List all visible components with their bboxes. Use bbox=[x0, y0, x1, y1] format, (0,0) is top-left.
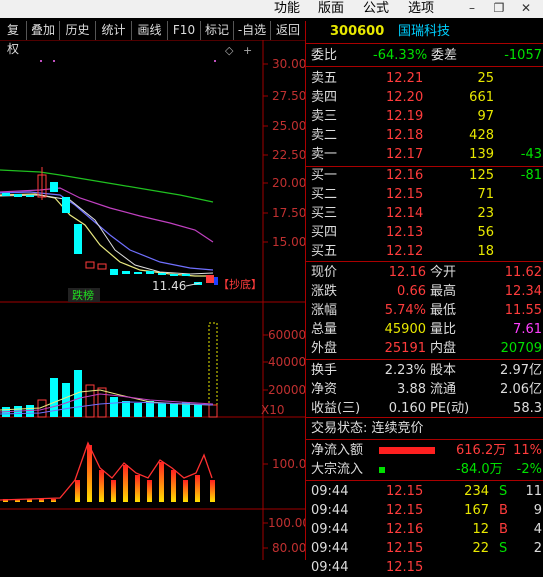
indicator-tick: 100.0 bbox=[272, 457, 305, 471]
tick-row: 09:44 12.15 bbox=[311, 560, 424, 575]
net-inflow-bar bbox=[379, 447, 435, 454]
stat-row: 现价 12.16 今开 11.62 bbox=[311, 265, 542, 280]
price-tick: 22.50 bbox=[272, 148, 305, 162]
stat-row: 涨幅 5.74% 最低 11.55 bbox=[311, 303, 542, 318]
restore-rights-button[interactable]: 复权 bbox=[0, 21, 27, 56]
price-tick: 17.50 bbox=[272, 206, 305, 220]
signal-marker-icon bbox=[214, 277, 218, 285]
last-price-label: 11.46 bbox=[152, 279, 186, 293]
stock-name: 国瑞科技 bbox=[398, 24, 451, 39]
volume-tick: 40000 bbox=[268, 355, 305, 369]
ask-row[interactable]: 卖三 12.19 97 bbox=[306, 107, 543, 126]
menu-function[interactable]: 功能 bbox=[274, 0, 300, 17]
stat-row: 涨跌 0.66 最高 12.34 bbox=[311, 284, 542, 299]
stat2-row: 收益(三) 0.160 PE(动) 58.3 bbox=[311, 401, 542, 416]
stat-row: 外盘 25191 内盘 20709 bbox=[311, 341, 542, 356]
draw-line-button[interactable]: 画线 bbox=[132, 21, 168, 40]
back-button[interactable]: 返回 bbox=[271, 21, 305, 40]
bottom-signal-label: 【抄底】 bbox=[218, 277, 262, 291]
menu-bar: 功能 版面 公式 选项 – ❐ ✕ bbox=[0, 0, 543, 18]
add-watchlist-button[interactable]: -自选 bbox=[234, 21, 271, 40]
plus-icon: + bbox=[243, 44, 252, 57]
bottom-tick: 80.00 bbox=[272, 541, 305, 555]
f10-button[interactable]: F10 bbox=[168, 21, 201, 40]
bid-row[interactable]: 买四 12.13 56 bbox=[306, 223, 543, 242]
price-tick: 15.00 bbox=[272, 235, 305, 249]
ask-row[interactable]: 卖五 12.21 25 bbox=[306, 69, 543, 88]
trade-status: 交易状态: 连续竞价 bbox=[311, 421, 424, 436]
overlay-button[interactable]: 叠加 bbox=[27, 21, 60, 40]
ask-row[interactable]: 卖四 12.20 661 bbox=[306, 88, 543, 107]
volume-tick: 20000 bbox=[268, 383, 305, 397]
diamond-icon: ◇ bbox=[225, 44, 234, 57]
minimize-icon[interactable]: – bbox=[464, 1, 480, 16]
stat2-row: 换手 2.23% 股本 2.97亿 bbox=[311, 363, 542, 378]
quote-panel: 300600 国瑞科技 委比 -64.33% 委差 -1057 卖五 12.21… bbox=[305, 21, 543, 575]
menu-formula[interactable]: 公式 bbox=[363, 0, 389, 17]
menu-layout[interactable]: 版面 bbox=[318, 0, 344, 17]
weibi-row: 委比 -64.33% 委差 -1057 bbox=[311, 48, 542, 63]
stock-header: 300600 国瑞科技 bbox=[306, 21, 543, 43]
menu-options[interactable]: 选项 bbox=[408, 0, 434, 17]
block-inflow-bar bbox=[379, 467, 385, 473]
close-icon[interactable]: ✕ bbox=[518, 1, 534, 16]
bid-row[interactable]: 买二 12.15 71 bbox=[306, 185, 543, 204]
stock-code: 300600 bbox=[330, 24, 385, 39]
ask-row[interactable]: 卖二 12.18 428 bbox=[306, 126, 543, 145]
volume-unit-label: X10 bbox=[261, 403, 285, 417]
tick-row: 09:44 12.15 22 S 2 bbox=[311, 541, 542, 556]
history-button[interactable]: 历史 bbox=[60, 21, 96, 40]
price-tick: 25.00 bbox=[272, 119, 305, 133]
price-tick: 20.00 bbox=[272, 176, 305, 190]
bottom-tick: 100.00 bbox=[268, 516, 305, 530]
stat2-row: 净资 3.88 流通 2.06亿 bbox=[311, 382, 542, 397]
tag-label: 跌榜 bbox=[72, 288, 94, 302]
bid-row[interactable]: 买一 12.16 125 -81 bbox=[306, 166, 543, 185]
statistics-button[interactable]: 统计 bbox=[96, 21, 132, 40]
price-tick: 27.50 bbox=[272, 89, 305, 103]
net-inflow-row: 净流入额 616.2万 11% bbox=[311, 443, 542, 458]
kline-chart[interactable]: 30.00 27.50 25.00 22.50 20.00 17.50 15.0… bbox=[0, 40, 305, 560]
ask-row[interactable]: 卖一 12.17 139 -43 bbox=[306, 145, 543, 164]
bid-row[interactable]: 买三 12.14 23 bbox=[306, 204, 543, 223]
price-tick: 30.00 bbox=[272, 57, 305, 71]
mark-button[interactable]: 标记 bbox=[201, 21, 234, 40]
block-inflow-row: 大宗流入 -84.0万 -2% bbox=[311, 462, 542, 477]
chart-toolbar: 复权 叠加 历史 统计 画线 F10 标记 -自选 返回 bbox=[0, 21, 305, 56]
tick-row: 09:44 12.15 167 B 9 bbox=[311, 503, 542, 518]
tick-row: 09:44 12.15 234 S 11 bbox=[311, 484, 542, 499]
restore-icon[interactable]: ❐ bbox=[491, 1, 507, 16]
tick-row: 09:44 12.16 12 B 4 bbox=[311, 522, 542, 537]
volume-tick: 60000 bbox=[268, 328, 305, 342]
stat-row: 总量 45900 量比 7.61 bbox=[311, 322, 542, 337]
bid-row[interactable]: 买五 12.12 18 bbox=[306, 242, 543, 261]
